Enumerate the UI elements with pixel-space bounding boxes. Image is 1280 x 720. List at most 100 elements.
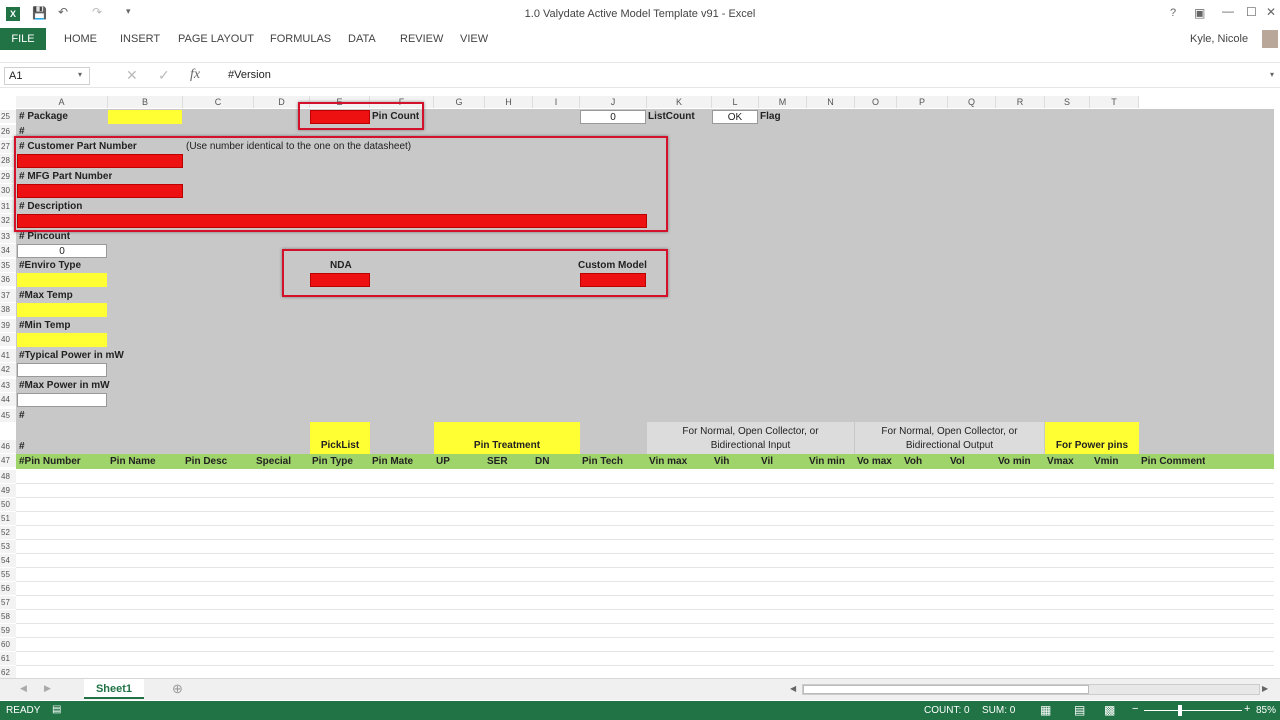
page-break-view-icon[interactable]: ▩ <box>1104 703 1115 717</box>
row-header[interactable]: 43 <box>0 379 16 392</box>
scroll-right-icon[interactable]: ▶ <box>1262 684 1268 693</box>
help-icon[interactable]: ? <box>1170 7 1176 19</box>
column-header[interactable]: Q <box>948 96 996 108</box>
row-header[interactable]: 60 <box>0 638 16 651</box>
row-header[interactable]: 39 <box>0 319 16 332</box>
zoom-level[interactable]: 85% <box>1256 705 1276 716</box>
worksheet[interactable]: ABCDEFGHIJKLMNOPQRST 25 26 27 28 29 30 31 32 33 3… <box>0 96 1274 678</box>
column-header[interactable]: M <box>759 96 807 108</box>
pin-column-header[interactable]: Vmax <box>1047 455 1074 468</box>
row-header[interactable]: 38 <box>0 303 16 316</box>
column-header[interactable]: S <box>1045 96 1090 108</box>
row-header[interactable]: 36 <box>0 273 16 286</box>
column-header[interactable]: A <box>16 96 108 108</box>
row-header[interactable]: 41 <box>0 349 16 362</box>
tab-file[interactable]: FILE <box>0 28 46 50</box>
max-temp-cell[interactable] <box>17 303 107 317</box>
enviro-type-cell[interactable] <box>17 273 107 287</box>
name-box-dropdown-icon[interactable]: ▾ <box>78 70 82 79</box>
user-name[interactable]: Kyle, Nicole <box>1190 28 1248 50</box>
normal-view-icon[interactable]: ▦ <box>1040 703 1051 717</box>
nda-cell[interactable] <box>310 273 370 287</box>
pin-column-header[interactable]: Vih <box>714 455 729 468</box>
pin-column-header[interactable]: UP <box>436 455 450 468</box>
horizontal-scrollbar-thumb[interactable] <box>803 685 1089 694</box>
pin-column-header[interactable]: Voh <box>904 455 922 468</box>
tab-home[interactable]: HOME <box>64 28 97 50</box>
next-sheet-icon[interactable]: ▶ <box>44 683 51 694</box>
row-header[interactable]: 59 <box>0 624 16 637</box>
mfg-part-number-cell[interactable] <box>17 184 183 198</box>
list-count-value[interactable]: 0 <box>580 110 646 124</box>
column-header[interactable]: H <box>485 96 533 108</box>
row-header[interactable]: 48 <box>0 470 16 483</box>
row-header[interactable]: 46 <box>0 440 16 453</box>
row-header[interactable]: 47 <box>0 454 16 467</box>
ribbon-display-icon[interactable]: ▣ <box>1194 6 1205 20</box>
tab-formulas[interactable]: FORMULAS <box>270 28 331 50</box>
cancel-icon[interactable]: ✕ <box>126 67 138 84</box>
pin-column-header[interactable]: Vmin <box>1094 455 1118 468</box>
row-header[interactable]: 42 <box>0 363 16 376</box>
save-icon[interactable]: 💾 <box>32 6 47 20</box>
typical-power-cell[interactable] <box>17 363 107 377</box>
page-layout-view-icon[interactable]: ▤ <box>1074 703 1085 717</box>
column-header[interactable]: I <box>533 96 580 108</box>
row-header[interactable]: 35 <box>0 259 16 272</box>
row-header[interactable]: 51 <box>0 512 16 525</box>
row-header[interactable]: 54 <box>0 554 16 567</box>
formula-input[interactable]: #Version <box>228 69 271 81</box>
prev-sheet-icon[interactable]: ◀ <box>20 683 27 694</box>
row-header[interactable]: 58 <box>0 610 16 623</box>
row-header[interactable]: 53 <box>0 540 16 553</box>
row-header[interactable]: 61 <box>0 652 16 665</box>
column-header[interactable]: P <box>897 96 948 108</box>
minimize-icon[interactable]: — <box>1222 4 1234 18</box>
ok-cell[interactable]: OK <box>712 110 758 124</box>
pin-column-header[interactable]: Pin Comment <box>1141 455 1205 468</box>
pin-column-header[interactable]: Vol <box>950 455 965 468</box>
pin-column-header[interactable]: Vo min <box>998 455 1031 468</box>
insert-function-icon[interactable]: fx <box>190 67 200 83</box>
row-header[interactable]: 52 <box>0 526 16 539</box>
row-header[interactable]: 49 <box>0 484 16 497</box>
row-header[interactable]: 57 <box>0 596 16 609</box>
pin-column-header[interactable]: Pin Desc <box>185 455 227 468</box>
column-header[interactable]: B <box>108 96 183 108</box>
pin-column-header[interactable]: Vin max <box>649 455 687 468</box>
tab-view[interactable]: VIEW <box>460 28 488 50</box>
custom-model-cell[interactable] <box>580 273 646 287</box>
pin-column-header[interactable]: Vil <box>761 455 773 468</box>
tab-insert[interactable]: INSERT <box>120 28 160 50</box>
scroll-left-icon[interactable]: ◀ <box>790 684 796 693</box>
zoom-slider-thumb[interactable] <box>1178 705 1182 716</box>
pin-column-header[interactable]: #Pin Number <box>19 455 81 468</box>
package-cell[interactable] <box>108 110 182 124</box>
pin-column-header[interactable]: Pin Tech <box>582 455 623 468</box>
pin-column-header[interactable]: Pin Mate <box>372 455 413 468</box>
row-header[interactable]: 37 <box>0 289 16 302</box>
avatar[interactable] <box>1262 30 1278 48</box>
tab-page-layout[interactable]: PAGE LAYOUT <box>178 28 254 50</box>
row-header[interactable]: 62 <box>0 666 16 678</box>
pin-column-header[interactable]: SER <box>487 455 508 468</box>
row-header[interactable]: 56 <box>0 582 16 595</box>
tab-data[interactable]: DATA <box>348 28 376 50</box>
customer-part-number-cell[interactable] <box>17 154 183 168</box>
pin-column-header[interactable]: Pin Type <box>312 455 353 468</box>
row-header[interactable]: 55 <box>0 568 16 581</box>
row-header[interactable]: 50 <box>0 498 16 511</box>
zoom-out-icon[interactable]: − <box>1132 703 1138 715</box>
column-header[interactable]: N <box>807 96 855 108</box>
expand-formula-icon[interactable]: ▾ <box>1270 70 1274 79</box>
pin-column-header[interactable]: Vin min <box>809 455 845 468</box>
column-header[interactable]: L <box>712 96 759 108</box>
enter-icon[interactable]: ✓ <box>158 67 170 84</box>
pin-column-header[interactable]: Vo max <box>857 455 892 468</box>
zoom-slider[interactable] <box>1144 710 1242 711</box>
close-icon[interactable]: ✕ <box>1266 5 1276 19</box>
column-header[interactable]: K <box>647 96 712 108</box>
macro-record-icon[interactable]: ▤ <box>52 704 61 715</box>
column-header[interactable]: O <box>855 96 897 108</box>
pin-column-header[interactable]: DN <box>535 455 549 468</box>
